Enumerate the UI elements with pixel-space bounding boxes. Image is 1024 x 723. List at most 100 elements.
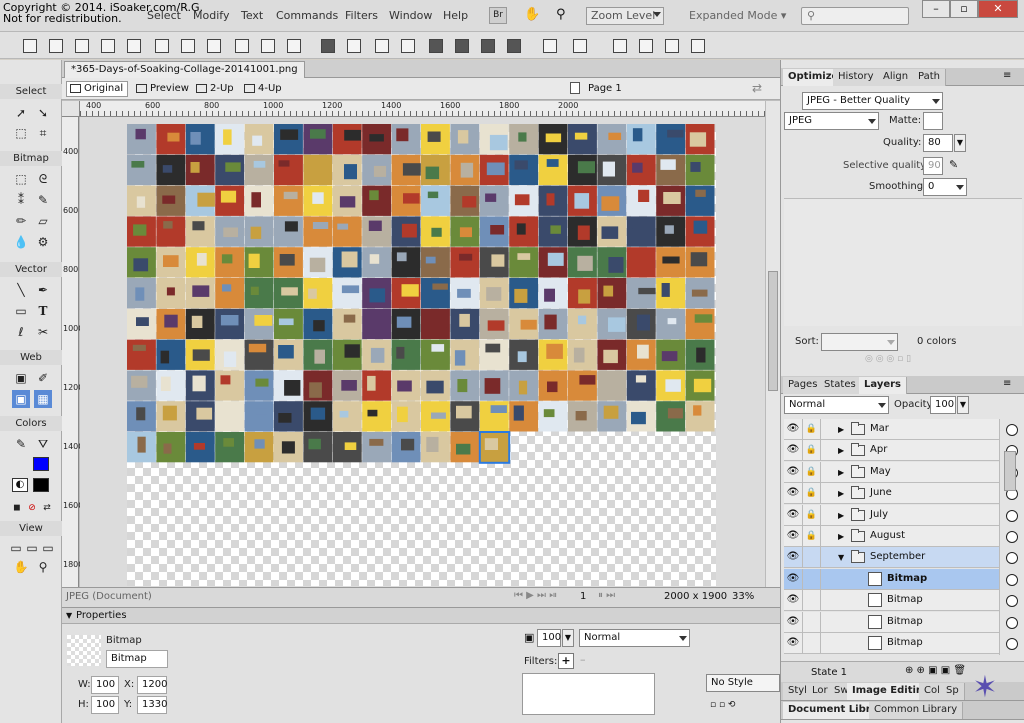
import-icon[interactable]	[98, 36, 116, 54]
freeform-tool-icon[interactable]: ℓ	[12, 323, 30, 341]
transform-icon[interactable]	[540, 36, 558, 54]
tab-history[interactable]: History	[833, 69, 880, 86]
smoothing-select[interactable]: 0	[923, 178, 967, 196]
bring-forward-icon[interactable]	[452, 36, 470, 54]
chevron-right-icon[interactable]: ▶	[838, 532, 844, 541]
layer-row-bitmap[interactable]: 👁 Bitmap	[784, 568, 1018, 590]
layer-blend-select[interactable]: Normal	[784, 396, 889, 414]
paste-icon[interactable]	[284, 36, 302, 54]
export-icon[interactable]	[124, 36, 142, 54]
menu-commands[interactable]: Commands	[276, 9, 338, 22]
eye-icon[interactable]: 👁	[784, 568, 803, 590]
pencil-tool-icon[interactable]: ✏	[12, 212, 30, 230]
filters-list[interactable]	[522, 673, 655, 715]
optimize-preset-select[interactable]: JPEG - Better Quality	[802, 92, 943, 110]
opacity-input[interactable]: 100	[537, 629, 561, 647]
style-select[interactable]: No Style	[706, 674, 780, 692]
scale-tool-icon[interactable]: ⬚	[12, 124, 30, 142]
flip-horizontal-icon[interactable]	[662, 36, 680, 54]
page-selector[interactable]: Page 1	[588, 83, 622, 94]
chevron-right-icon[interactable]: ▶	[838, 489, 844, 498]
print-icon[interactable]	[152, 36, 170, 54]
eye-icon[interactable]: 👁	[784, 611, 803, 633]
layer-row-folder[interactable]: 👁 🔒 ▶ May	[784, 461, 1018, 483]
width-input[interactable]: 100	[91, 676, 119, 694]
full-screen-icon[interactable]: ▭	[39, 539, 57, 557]
marquee-tool-icon[interactable]: ⬚	[12, 170, 30, 188]
selective-quality-input[interactable]: 90	[923, 157, 943, 175]
collapse-icon[interactable]: ▼	[66, 611, 72, 620]
layer-opacity-input[interactable]: 100	[930, 396, 956, 414]
lock-icon[interactable]	[803, 633, 821, 654]
open-icon[interactable]	[72, 36, 90, 54]
eye-icon[interactable]: 👁	[784, 461, 803, 483]
pointer-tool-icon[interactable]: ➚	[12, 104, 30, 122]
y-input[interactable]: 1330	[137, 696, 167, 714]
ungroup-icon[interactable]	[344, 36, 362, 54]
lock-icon[interactable]: 🔒	[803, 419, 821, 440]
eye-icon[interactable]: 👁	[784, 440, 803, 462]
slice-tool-icon[interactable]: ✐	[34, 369, 52, 387]
view-original-button[interactable]: Original	[66, 81, 129, 97]
menu-window[interactable]: Window	[389, 9, 432, 22]
layer-row-bitmap[interactable]: 👁 Bitmap	[784, 611, 1018, 633]
layer-opacity-dropdown-icon[interactable]: ▼	[957, 396, 969, 414]
lock-icon[interactable]: 🔒	[803, 526, 821, 547]
document-page[interactable]	[127, 124, 716, 586]
rectangle-tool-icon[interactable]: ▭	[12, 302, 30, 320]
playback-controls-icon[interactable]: ⏸ ⏭	[598, 590, 615, 601]
layer-row-bitmap[interactable]: 👁 Bitmap	[784, 590, 1018, 612]
align-icon[interactable]	[570, 36, 588, 54]
save-icon[interactable]	[46, 36, 64, 54]
edit-selective-icon[interactable]: ✎	[949, 158, 958, 171]
knife-tool-icon[interactable]: ✂	[34, 323, 52, 341]
tab-special[interactable]: Sp	[941, 683, 965, 700]
zoom-icon[interactable]: ⚲	[556, 7, 566, 22]
stroke-color-swatch[interactable]	[33, 478, 49, 492]
menu-help[interactable]: Help	[443, 9, 468, 22]
sort-select[interactable]	[821, 333, 898, 351]
quality-dropdown-icon[interactable]: ▼	[954, 134, 966, 152]
layers-menu-icon[interactable]: ≡	[1003, 378, 1011, 389]
lock-icon[interactable]	[803, 611, 821, 633]
object-name-input[interactable]: Bitmap	[106, 650, 168, 668]
search-input[interactable]: ⚲	[801, 7, 909, 25]
layer-row-folder[interactable]: 👁 🔒 ▶ June	[784, 483, 1018, 505]
flip-vertical-icon[interactable]	[688, 36, 706, 54]
lock-icon[interactable]	[803, 547, 821, 569]
add-filter-button[interactable]: +	[558, 653, 574, 669]
blur-tool-icon[interactable]: 💧	[12, 233, 30, 251]
chevron-right-icon[interactable]: ▶	[838, 468, 844, 477]
lock-icon[interactable]: 🔒	[803, 440, 821, 462]
new-file-icon[interactable]	[20, 36, 38, 54]
join-icon[interactable]	[372, 36, 390, 54]
eye-icon[interactable]: 👁	[784, 547, 803, 569]
fill-color-swatch[interactable]	[33, 457, 49, 471]
layer-row-folder[interactable]: 👁 ▼ September	[784, 547, 1018, 569]
lock-icon[interactable]	[803, 590, 821, 612]
crop-tool-icon[interactable]: ⌗	[34, 124, 52, 142]
pen-tool-icon[interactable]: ✒	[34, 281, 52, 299]
chevron-right-icon[interactable]: ▶	[838, 446, 844, 455]
stroke-color-icon[interactable]: ✎	[12, 435, 30, 453]
tab-common-library[interactable]: Common Library	[869, 702, 964, 719]
scroll-thumb[interactable]	[768, 271, 778, 391]
bring-to-front-icon[interactable]	[426, 36, 444, 54]
eraser-tool-icon[interactable]: ▱	[34, 212, 52, 230]
hide-slices-icon[interactable]: ▣	[12, 390, 30, 408]
cut-icon[interactable]	[232, 36, 250, 54]
eye-icon[interactable]: 👁	[784, 504, 803, 526]
canvas-area[interactable]	[80, 117, 765, 587]
brush-tool-icon[interactable]: ✎	[34, 191, 52, 209]
layer-row-bitmap[interactable]: 👁 Bitmap	[784, 633, 1018, 654]
lock-icon[interactable]	[803, 568, 821, 590]
matte-swatch[interactable]	[923, 112, 943, 130]
eye-icon[interactable]: 👁	[784, 590, 803, 612]
view-2up-button[interactable]: 2-Up	[192, 81, 239, 97]
lock-icon[interactable]: 🔒	[803, 461, 821, 483]
text-tool-icon[interactable]: T	[34, 302, 52, 320]
minimize-button[interactable]: –	[922, 0, 950, 18]
first-frame-icon[interactable]: ⏮ ▶ ⏭ ⏯	[514, 590, 557, 601]
magic-wand-icon[interactable]: ⁑	[12, 191, 30, 209]
stroke-icon[interactable]: ◐	[12, 478, 28, 492]
